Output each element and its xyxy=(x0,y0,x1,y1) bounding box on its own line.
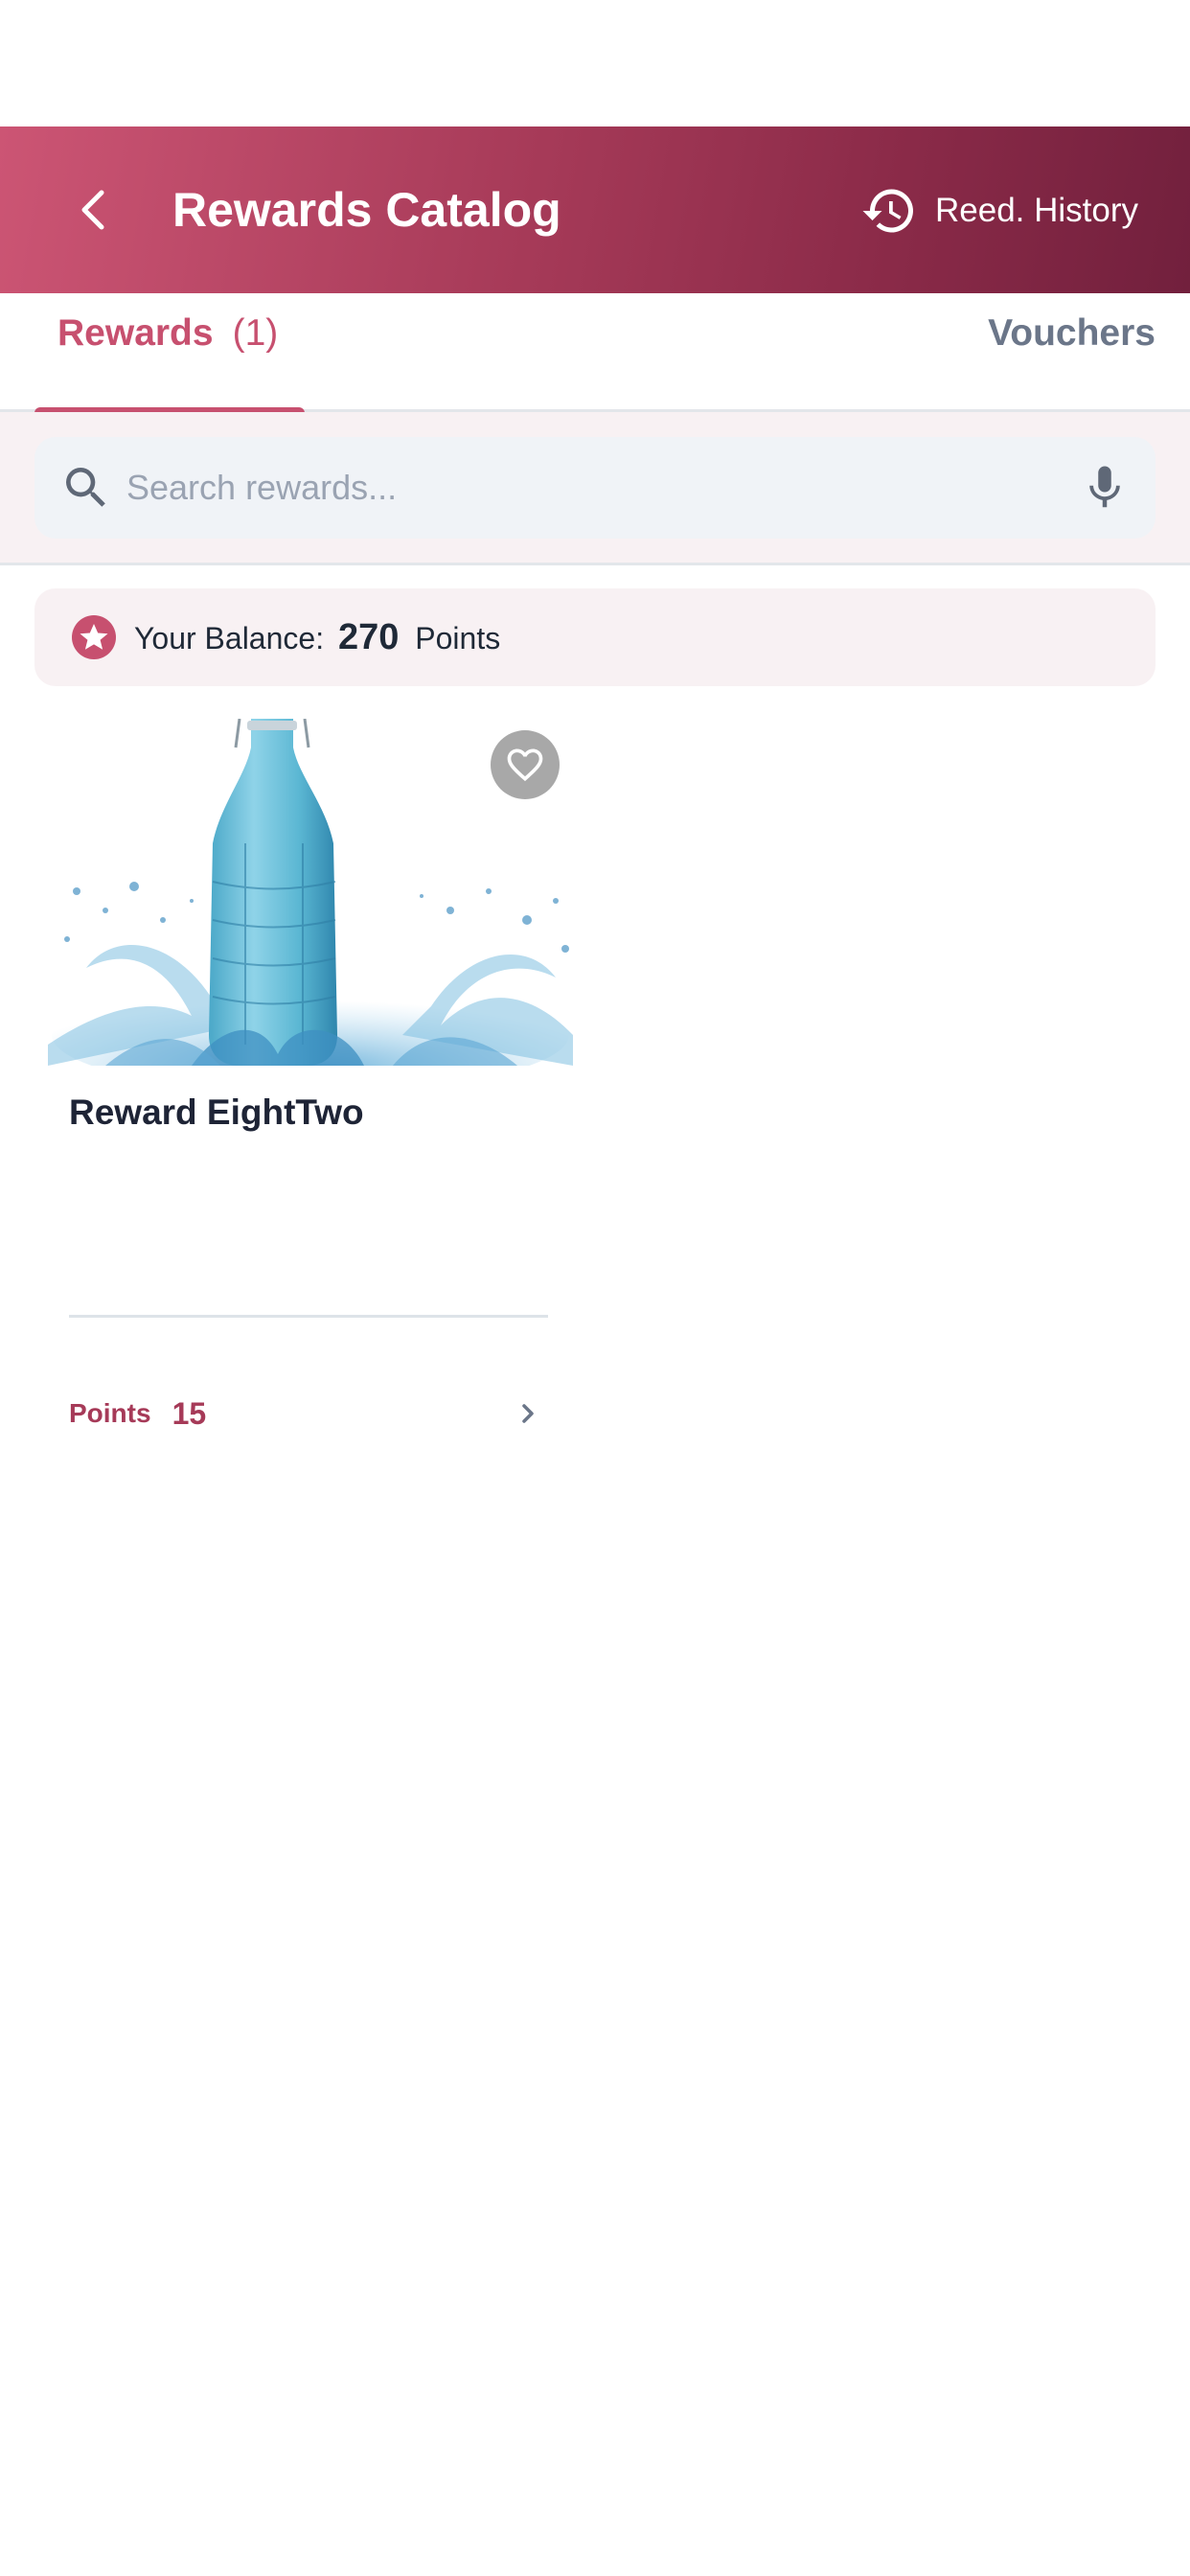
tab-vouchers[interactable]: Vouchers xyxy=(906,293,1156,412)
search-box[interactable] xyxy=(34,437,1156,539)
reward-divider xyxy=(69,1315,548,1318)
history-label: Reed. History xyxy=(935,192,1139,229)
tab-rewards[interactable]: Rewards (1) xyxy=(34,293,305,415)
points-label: Points xyxy=(69,1398,151,1428)
reward-points-row[interactable]: Points 15 xyxy=(69,1390,548,1438)
redemption-history-button[interactable]: Reed. History xyxy=(860,176,1138,245)
search-icon xyxy=(66,468,105,507)
status-bar xyxy=(0,0,1190,126)
favorite-button[interactable] xyxy=(491,730,560,799)
heart-outline-icon xyxy=(507,748,543,782)
tab-rewards-count: (1) xyxy=(232,312,279,354)
balance-unit: Points xyxy=(415,620,501,656)
tab-bar: Rewards (1) Vouchers xyxy=(0,293,1190,415)
points-value: 15 xyxy=(172,1395,207,1431)
back-arrow-icon xyxy=(81,190,104,230)
star-badge-icon xyxy=(72,615,116,659)
tab-vouchers-label: Vouchers xyxy=(988,312,1156,354)
history-clock-icon xyxy=(862,189,913,233)
reward-card[interactable]: Reward EightTwo Points 15 xyxy=(48,719,573,1447)
reward-title: Reward EightTwo xyxy=(69,1092,364,1132)
balance-value: 270 xyxy=(337,616,400,657)
app-header: Rewards Catalog Reed. History xyxy=(0,126,1190,293)
chevron-right-icon xyxy=(522,1404,534,1423)
balance-card: Your Balance: 270 Points xyxy=(34,588,1156,686)
balance-prefix: Your Balance: xyxy=(134,620,325,656)
mic-icon[interactable] xyxy=(1079,462,1131,514)
back-button[interactable] xyxy=(57,172,134,248)
tab-rewards-label: Rewards xyxy=(57,312,214,354)
search-section xyxy=(0,412,1190,565)
page-title: Rewards Catalog xyxy=(172,183,561,237)
search-input[interactable] xyxy=(126,468,1079,508)
